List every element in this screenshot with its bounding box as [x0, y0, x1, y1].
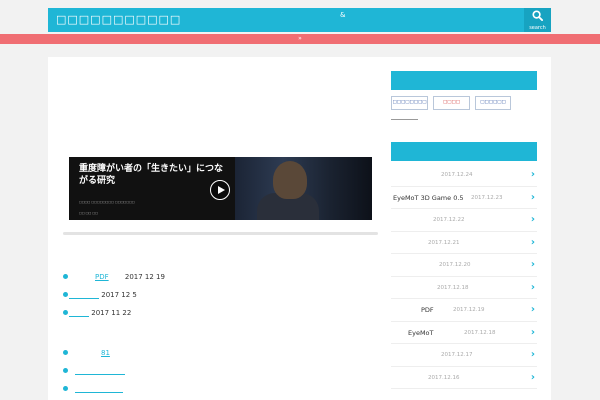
list-item: 2017 12 5 — [63, 286, 165, 304]
chevron-right-icon: › — [530, 304, 535, 315]
sidebar: □□□□□□□□ □□□□ □□□□□□ 2017.12.24 › EyeMoT… — [391, 57, 537, 400]
post-list: PDF 2017 12 19 2017 12 5 2017 11 22 — [63, 268, 165, 322]
site-header: □□□□□□□□□□□□□□□□□□□□□ & search — [48, 8, 551, 32]
list-link[interactable]: PDF — [69, 273, 123, 281]
video-title: 重度障がい者の「生きたい」につながる研究 — [79, 164, 224, 186]
post-date: 2017.12.17 — [441, 352, 473, 358]
video-subtitle: □□□□ □□□□□□□□ □□□□□□□ — [79, 200, 135, 204]
banner-link[interactable]: □□□□□□ — [475, 96, 511, 110]
list-item — [63, 380, 125, 398]
post-date: 2017.12.24 — [441, 172, 473, 178]
list-link[interactable] — [75, 385, 123, 393]
recent-post-item[interactable]: 2017.12.16 › — [391, 367, 537, 389]
play-icon[interactable] — [210, 180, 230, 200]
recent-post-item[interactable]: 2017.12.18 › — [391, 277, 537, 299]
site-title[interactable]: □□□□□□□□□□□□□□□□□□□□□ — [56, 12, 181, 28]
list-item — [63, 362, 125, 380]
search-label: search — [529, 25, 546, 31]
post-date: 2017.12.22 — [433, 217, 465, 223]
recent-post-item[interactable]: EyeMoT 2017.12.18 › — [391, 322, 537, 344]
search-icon — [532, 10, 543, 21]
recent-post-item[interactable]: PDF 2017.12.19 › — [391, 299, 537, 322]
divider — [63, 232, 378, 235]
video-credit: □□ □□ □□ — [79, 211, 98, 215]
list-item: PDF 2017 12 19 — [63, 268, 165, 286]
recent-post-item[interactable]: 2017.12.17 › — [391, 344, 537, 367]
recent-posts-list: 2017.12.24 › EyeMoT 3D Game 0.5 2017.12.… — [391, 164, 537, 389]
banner-link[interactable]: □□□□ — [433, 96, 470, 110]
recent-post-item[interactable]: EyeMoT 3D Game 0.5 2017.12.23 › — [391, 187, 537, 209]
list-item: 81 — [63, 344, 125, 362]
post-date: 2017.12.20 — [439, 262, 471, 268]
speaker-head — [273, 161, 307, 199]
post-title: PDF — [421, 306, 434, 314]
list-link[interactable] — [69, 291, 99, 299]
video-thumbnail — [235, 157, 372, 220]
list-text: 2017 12 19 — [124, 273, 165, 281]
list-link[interactable]: 81 — [69, 349, 118, 357]
recent-post-item[interactable]: 2017.12.22 › — [391, 209, 537, 232]
list-link[interactable] — [69, 309, 89, 317]
chevron-right-icon: › — [530, 371, 535, 383]
search-button[interactable]: search — [524, 8, 551, 32]
post-date: 2017.12.23 — [471, 194, 503, 201]
chevron-right-icon: › — [530, 349, 535, 360]
post-date: 2017.12.16 — [428, 374, 460, 381]
chevron-right-icon: › — [530, 259, 535, 270]
recent-post-item[interactable]: 2017.12.21 › — [391, 232, 537, 254]
link-list: 81 — [63, 344, 125, 398]
header-mark: & — [340, 11, 346, 19]
recent-post-item[interactable]: 2017.12.20 › — [391, 254, 537, 277]
list-link[interactable] — [75, 367, 125, 375]
post-title: EyeMoT — [408, 328, 434, 337]
chevron-right-icon: › — [530, 191, 535, 203]
widget-header — [391, 142, 537, 161]
post-date: 2017.12.21 — [428, 239, 460, 246]
chevron-right-icon: › — [530, 214, 535, 225]
chevron-right-icon: › — [530, 326, 535, 338]
chevron-right-icon: › — [530, 169, 535, 180]
banner-link[interactable]: □□□□□□□□ — [391, 96, 428, 110]
video-embed[interactable]: 重度障がい者の「生きたい」につながる研究 □□□□ □□□□□□□□ □□□□□… — [69, 157, 372, 220]
chevron-right-icon: › — [530, 281, 535, 293]
notice-text: » — [298, 35, 302, 42]
post-title: EyeMoT 3D Game 0.5 — [393, 193, 464, 202]
post-date: 2017.12.19 — [453, 307, 485, 313]
widget-header — [391, 71, 537, 90]
post-date: 2017.12.18 — [464, 329, 496, 336]
main-content: 重度障がい者の「生きたい」につながる研究 □□□□ □□□□□□□□ □□□□□… — [48, 57, 551, 400]
list-item: 2017 11 22 — [63, 304, 165, 322]
recent-post-item[interactable]: 2017.12.24 › — [391, 164, 537, 187]
chevron-right-icon: › — [530, 236, 535, 248]
notice-bar[interactable]: » — [0, 34, 600, 44]
divider — [391, 119, 418, 120]
list-text: 2017 11 22 — [91, 309, 132, 317]
post-date: 2017.12.18 — [437, 284, 469, 291]
list-text: 2017 12 5 — [101, 291, 137, 299]
